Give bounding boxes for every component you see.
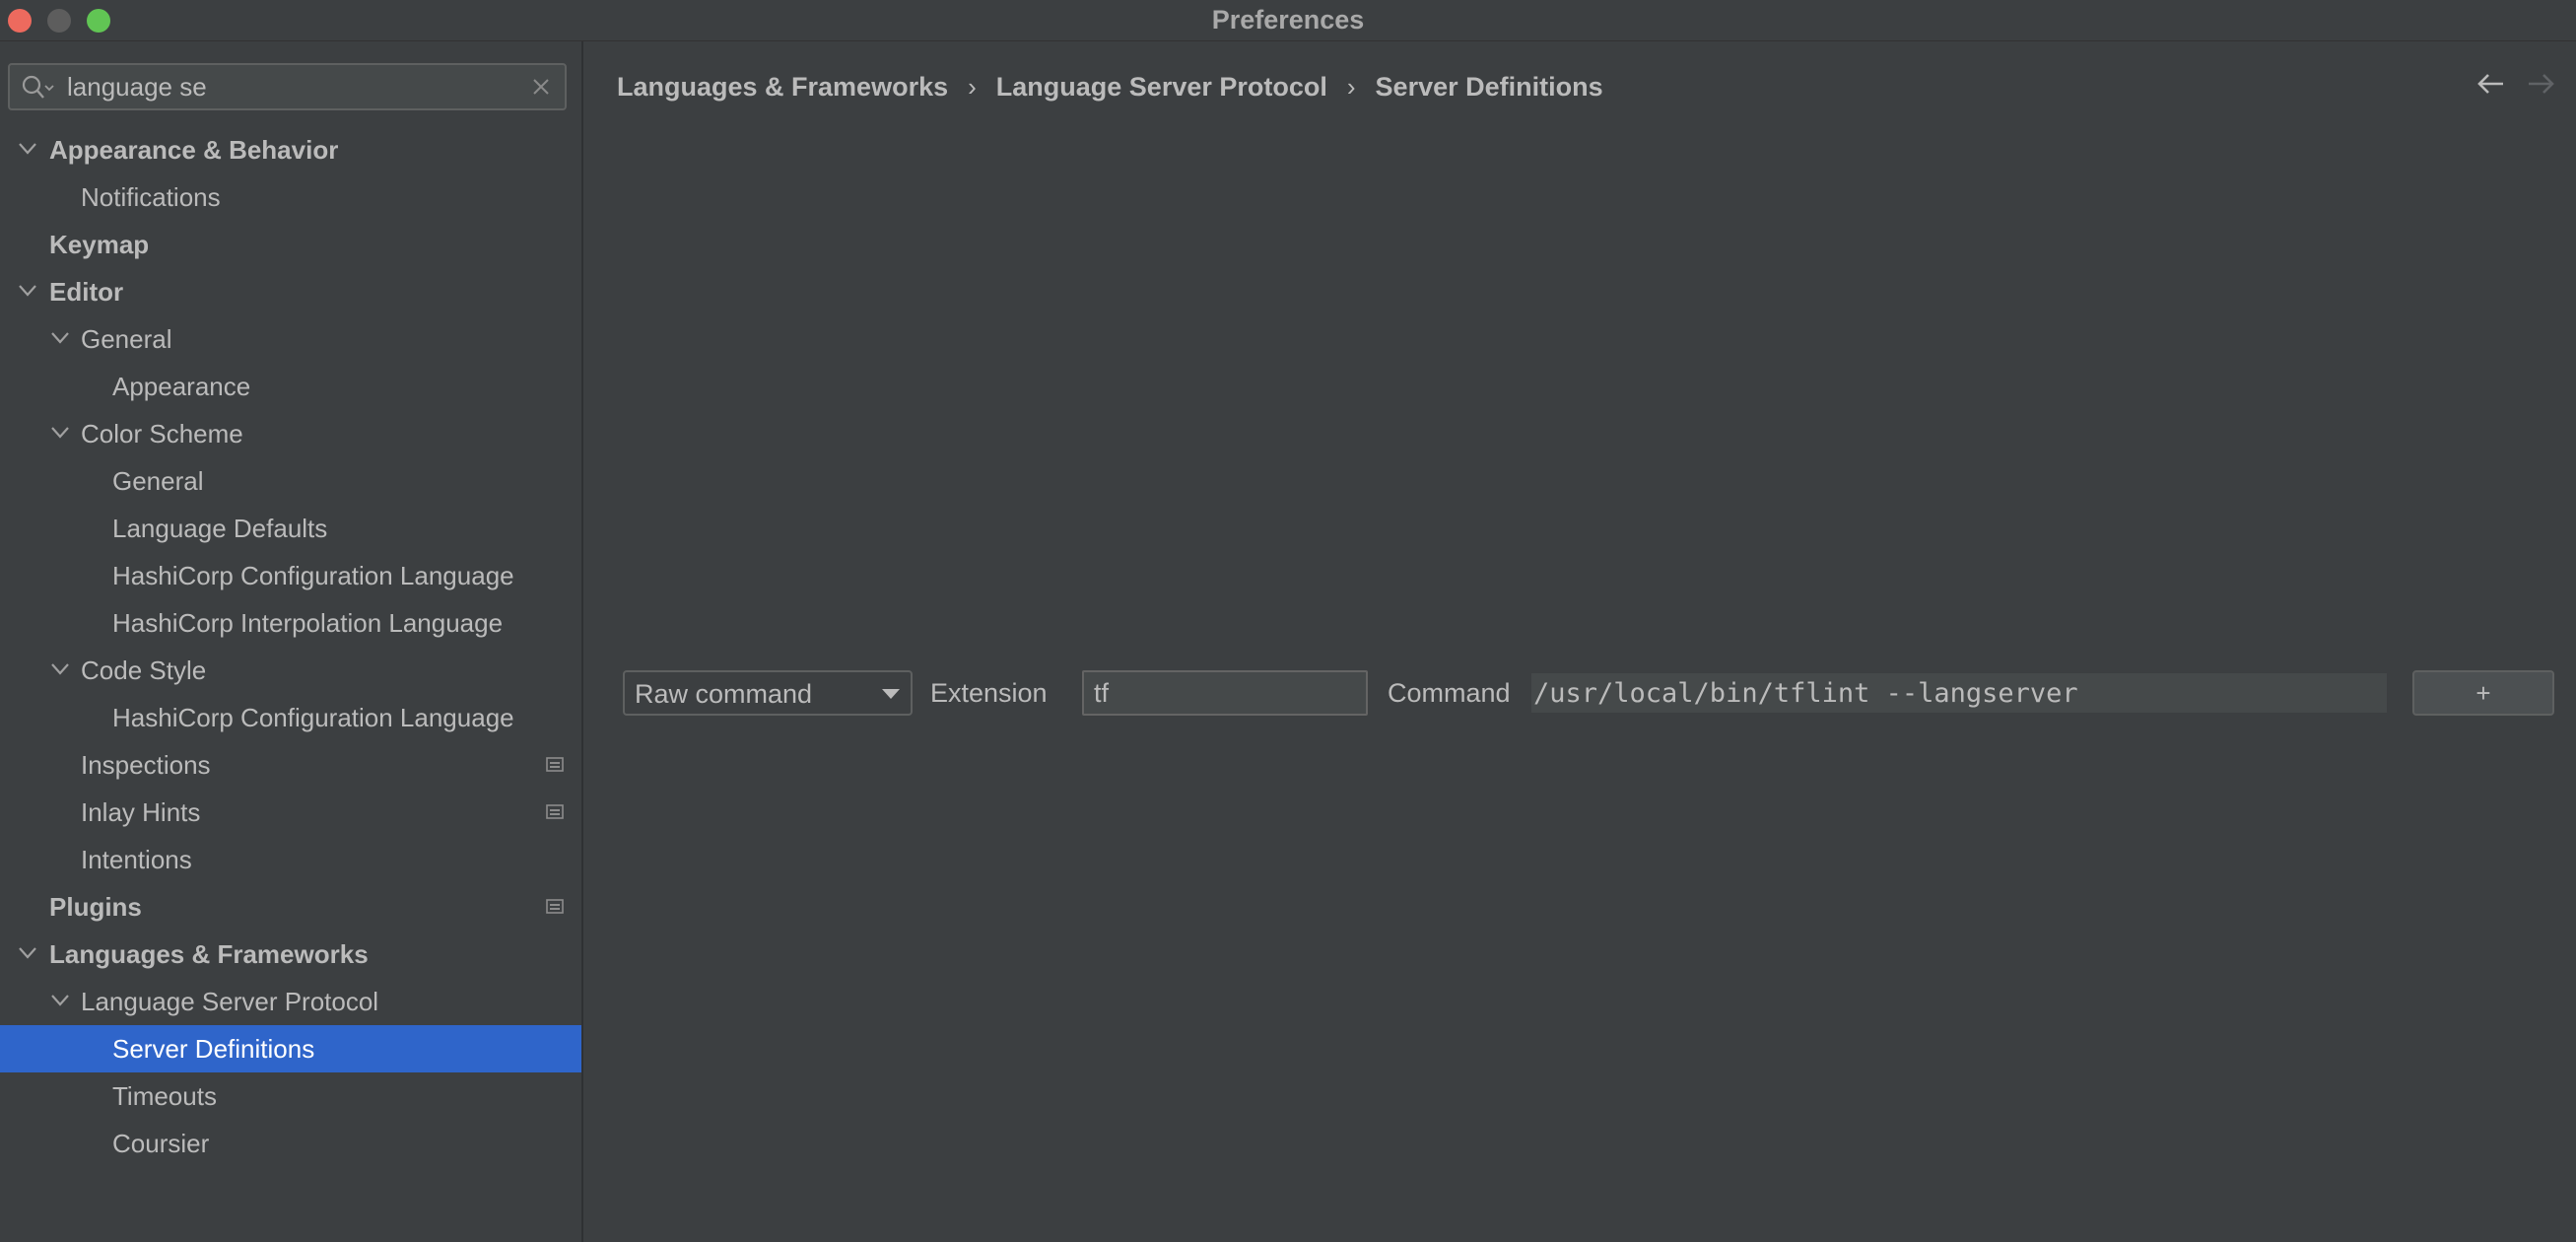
- breadcrumb-item[interactable]: Languages & Frameworks: [617, 72, 948, 103]
- tree-item-code-style[interactable]: Code Style: [0, 647, 581, 694]
- breadcrumb-separator: ›: [968, 71, 977, 102]
- tree-item-label: Languages & Frameworks: [49, 939, 369, 969]
- chevron-down-icon[interactable]: [18, 142, 37, 156]
- definition-type-value: Raw command: [635, 679, 813, 709]
- command-input[interactable]: [1531, 673, 2387, 713]
- tree-item-label: Inspections: [81, 750, 211, 780]
- tree-item-label: Appearance: [112, 372, 251, 401]
- tree-item-timeouts[interactable]: Timeouts: [0, 1072, 581, 1120]
- tree-item-inspections[interactable]: Inspections: [0, 741, 581, 789]
- chevron-down-icon[interactable]: [18, 284, 37, 298]
- server-definition-row: Raw command Extension Command +: [623, 670, 2554, 718]
- tree-item-hil-color[interactable]: HashiCorp Interpolation Language: [0, 599, 581, 647]
- tree-item-label: Intentions: [81, 845, 192, 874]
- breadcrumb-item-current: Server Definitions: [1375, 71, 1603, 102]
- breadcrumb-separator: ›: [1346, 71, 1356, 102]
- command-label: Command: [1388, 678, 1511, 708]
- project-settings-icon: [546, 757, 564, 772]
- add-definition-button[interactable]: +: [2412, 670, 2554, 716]
- tree-item-label: Coursier: [112, 1129, 210, 1158]
- tree-item-label: Server Definitions: [112, 1034, 315, 1064]
- extension-input[interactable]: [1082, 670, 1368, 716]
- tree-item-label: Keymap: [49, 230, 150, 259]
- tree-item-appearance[interactable]: Appearance: [0, 363, 581, 410]
- tree-item-label: Timeouts: [112, 1081, 217, 1111]
- tree-item-label: General: [112, 466, 204, 496]
- back-arrow-icon[interactable]: [2475, 71, 2505, 97]
- tree-item-keymap[interactable]: Keymap: [0, 221, 581, 268]
- breadcrumb-item[interactable]: Language Server Protocol: [996, 72, 1327, 103]
- project-settings-icon: [546, 804, 564, 819]
- clear-search-icon[interactable]: [531, 77, 551, 97]
- tree-item-inlay-hints[interactable]: Inlay Hints: [0, 789, 581, 836]
- tree-item-label: General: [81, 324, 172, 354]
- chevron-down-icon[interactable]: [50, 331, 70, 345]
- tree-item-label: Appearance & Behavior: [49, 135, 339, 165]
- tree-item-label: Notifications: [81, 182, 221, 212]
- tree-item-label: HashiCorp Configuration Language: [112, 561, 514, 590]
- tree-item-label: Code Style: [81, 656, 207, 685]
- chevron-down-icon[interactable]: [18, 946, 37, 960]
- forward-arrow-icon[interactable]: [2527, 71, 2556, 97]
- settings-sidebar: Appearance & Behavior Notifications Keym…: [0, 41, 583, 1242]
- tree-item-hcl-color[interactable]: HashiCorp Configuration Language: [0, 552, 581, 599]
- tree-item-editor-general[interactable]: General: [0, 315, 581, 363]
- tree-item-hcl-code-style[interactable]: HashiCorp Configuration Language: [0, 694, 581, 741]
- tree-item-language-server-protocol[interactable]: Language Server Protocol: [0, 978, 581, 1025]
- tree-item-language-defaults[interactable]: Language Defaults: [0, 505, 581, 552]
- extension-label: Extension: [930, 678, 1048, 708]
- chevron-down-icon[interactable]: [50, 426, 70, 440]
- tree-item-label: HashiCorp Configuration Language: [112, 703, 514, 732]
- tree-item-label: Inlay Hints: [81, 797, 201, 827]
- tree-item-plugins[interactable]: Plugins: [0, 883, 581, 931]
- tree-item-editor[interactable]: Editor: [0, 268, 581, 315]
- search-input[interactable]: [67, 69, 520, 104]
- search-box[interactable]: [8, 63, 567, 110]
- tree-item-label: Language Server Protocol: [81, 987, 379, 1016]
- window-title: Preferences: [1211, 5, 1365, 34]
- tree-item-intentions[interactable]: Intentions: [0, 836, 581, 883]
- tree-item-coursier[interactable]: Coursier: [0, 1120, 581, 1167]
- dropdown-arrow-icon: [882, 689, 900, 699]
- tree-item-label: Language Defaults: [112, 514, 328, 543]
- tree-item-color-scheme-general[interactable]: General: [0, 457, 581, 505]
- tree-item-label: HashiCorp Interpolation Language: [112, 608, 504, 638]
- tree-item-color-scheme[interactable]: Color Scheme: [0, 410, 581, 457]
- title-bar: Preferences: [0, 0, 2576, 41]
- settings-content: Languages & Frameworks › Language Server…: [585, 41, 2576, 1242]
- chevron-down-icon[interactable]: [50, 662, 70, 676]
- tree-item-languages-frameworks[interactable]: Languages & Frameworks: [0, 931, 581, 978]
- tree-item-label: Plugins: [49, 892, 142, 922]
- tree-item-label: Color Scheme: [81, 419, 243, 448]
- tree-item-label: Editor: [49, 277, 124, 307]
- project-settings-icon: [546, 899, 564, 914]
- tree-item-server-definitions[interactable]: Server Definitions: [0, 1025, 581, 1072]
- tree-item-notifications[interactable]: Notifications: [0, 173, 581, 221]
- definition-type-dropdown[interactable]: Raw command: [623, 670, 913, 716]
- tree-item-appearance-behavior[interactable]: Appearance & Behavior: [0, 126, 581, 173]
- chevron-down-icon[interactable]: [50, 994, 70, 1007]
- breadcrumb: Languages & Frameworks › Language Server…: [617, 69, 1603, 104]
- search-icon[interactable]: [20, 73, 55, 103]
